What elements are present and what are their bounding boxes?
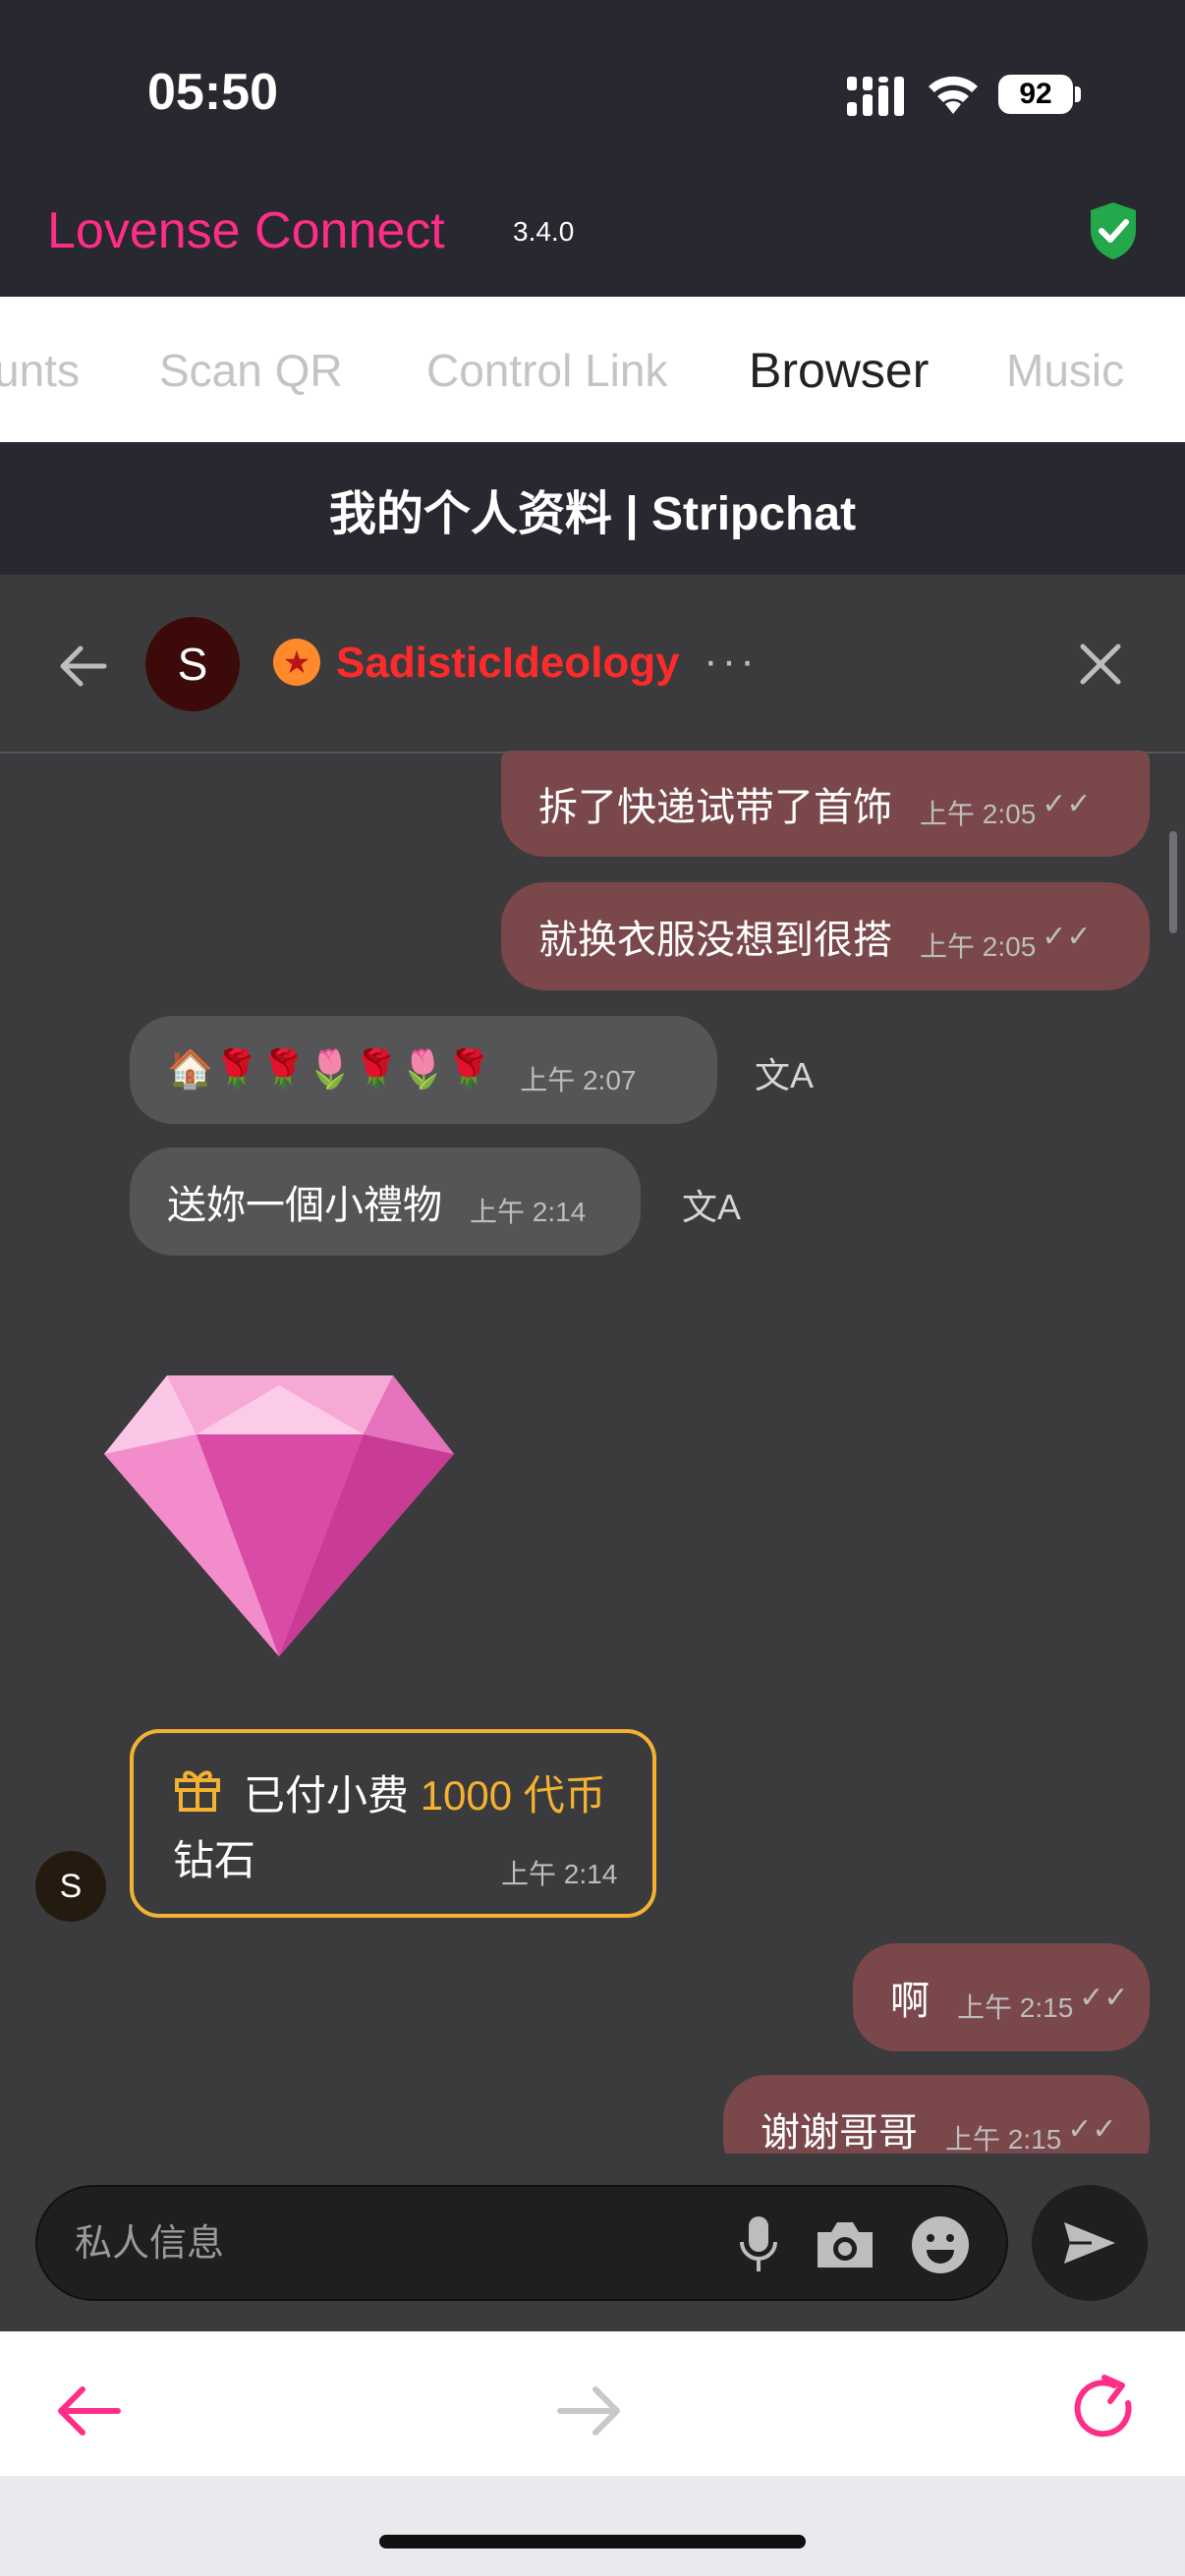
browser-forward-icon[interactable]	[556, 2383, 625, 2438]
status-time: 05:50	[147, 64, 278, 121]
translate-icon[interactable]: 文A	[682, 1179, 741, 1230]
message-text: 谢谢哥哥	[761, 2111, 918, 2154]
translate-icon[interactable]: 文A	[755, 1047, 814, 1098]
page-title-bar: 我的个人资料 | Stripchat	[0, 442, 1185, 575]
battery-indicator: 92	[998, 75, 1073, 114]
app-version: 3.4.0	[513, 216, 575, 247]
tab-accounts[interactable]: unts	[0, 344, 80, 397]
chat-username[interactable]: SadisticIdeology	[336, 639, 680, 688]
page-title: 我的个人资料 | Stripchat	[328, 487, 857, 540]
read-receipt-icon: ✓✓	[1042, 787, 1092, 820]
cellular-signal-icon	[847, 77, 904, 116]
message-text: 🏠🌹🌹🌷🌹🌷🌹	[167, 1049, 493, 1091]
back-arrow-icon[interactable]	[57, 643, 108, 690]
read-receipt-icon: ✓✓	[1042, 920, 1092, 953]
tab-music[interactable]: Music	[1006, 344, 1124, 397]
emoji-icon[interactable]	[910, 2214, 971, 2275]
star-badge-icon: ★	[273, 639, 320, 686]
message-composer	[35, 2185, 1008, 2301]
avatar[interactable]: S	[145, 617, 240, 711]
message-incoming[interactable]: 送妳一個小禮物 上午 2:14	[130, 1148, 641, 1256]
send-button[interactable]	[1032, 2185, 1148, 2301]
browser-back-icon[interactable]	[53, 2383, 122, 2438]
wifi-icon	[929, 76, 978, 114]
tab-browser[interactable]: Browser	[749, 342, 929, 399]
more-options-icon[interactable]: ···	[704, 637, 759, 686]
avatar[interactable]: S	[35, 1851, 106, 1922]
gift-icon	[175, 1770, 220, 1812]
message-outgoing[interactable]: 啊 上午 2:15 ✓✓	[853, 1943, 1150, 2051]
diamond-gift-image	[104, 1375, 454, 1656]
message-outgoing[interactable]: 谢谢哥哥 上午 2:15 ✓✓	[723, 2075, 1150, 2154]
tab-control-link[interactable]: Control Link	[426, 344, 667, 397]
message-time: 上午 2:15	[957, 1992, 1074, 2023]
tab-scan-qr[interactable]: Scan QR	[159, 344, 343, 397]
tab-bar: unts Scan QR Control Link Browser Music	[0, 297, 1185, 442]
camera-icon[interactable]	[814, 2218, 876, 2271]
message-text: 啊	[890, 1980, 930, 2023]
message-time: 上午 2:05	[920, 799, 1037, 829]
tip-amount: 1000 代币	[420, 1772, 606, 1819]
refresh-icon[interactable]	[1071, 2374, 1142, 2446]
read-receipt-icon: ✓✓	[1067, 2112, 1117, 2146]
microphone-icon[interactable]	[737, 2214, 780, 2275]
message-time: 上午 2:14	[501, 1859, 618, 1889]
tip-text: 已付小费 1000 代币	[244, 1763, 606, 1822]
message-outgoing[interactable]: 拆了快递试带了首饰 上午 2:05 ✓✓	[501, 751, 1150, 857]
message-time: 上午 2:14	[470, 1197, 587, 1227]
chat-scrollbar[interactable]	[1169, 831, 1177, 933]
app-title: Lovense Connect	[47, 202, 445, 259]
message-text: 拆了快递试带了首饰	[538, 786, 892, 829]
read-receipt-icon: ✓✓	[1079, 1981, 1129, 2014]
message-input[interactable]	[73, 2211, 745, 2277]
message-incoming[interactable]: 🏠🌹🌹🌷🌹🌷🌹 上午 2:07	[130, 1016, 717, 1124]
send-icon	[1064, 2222, 1115, 2264]
message-outgoing[interactable]: 就换衣服没想到很搭 上午 2:05 ✓✓	[501, 882, 1150, 990]
close-icon[interactable]	[1079, 643, 1122, 686]
clipped-message-row: 谢谢哥哥 上午 2:15 ✓✓	[0, 2075, 1185, 2154]
message-time: 上午 2:05	[920, 931, 1037, 962]
security-shield-icon[interactable]	[1087, 200, 1140, 261]
tip-prefix: 已付小费	[244, 1772, 410, 1819]
tip-item: 钻石	[173, 1837, 256, 1883]
message-time: 上午 2:15	[945, 2124, 1062, 2154]
message-text: 送妳一個小禮物	[167, 1184, 442, 1227]
battery-cap-icon	[1075, 86, 1081, 102]
home-indicator[interactable]	[379, 2535, 806, 2548]
message-time: 上午 2:07	[520, 1065, 637, 1095]
message-text: 就换衣服没想到很搭	[538, 919, 892, 962]
